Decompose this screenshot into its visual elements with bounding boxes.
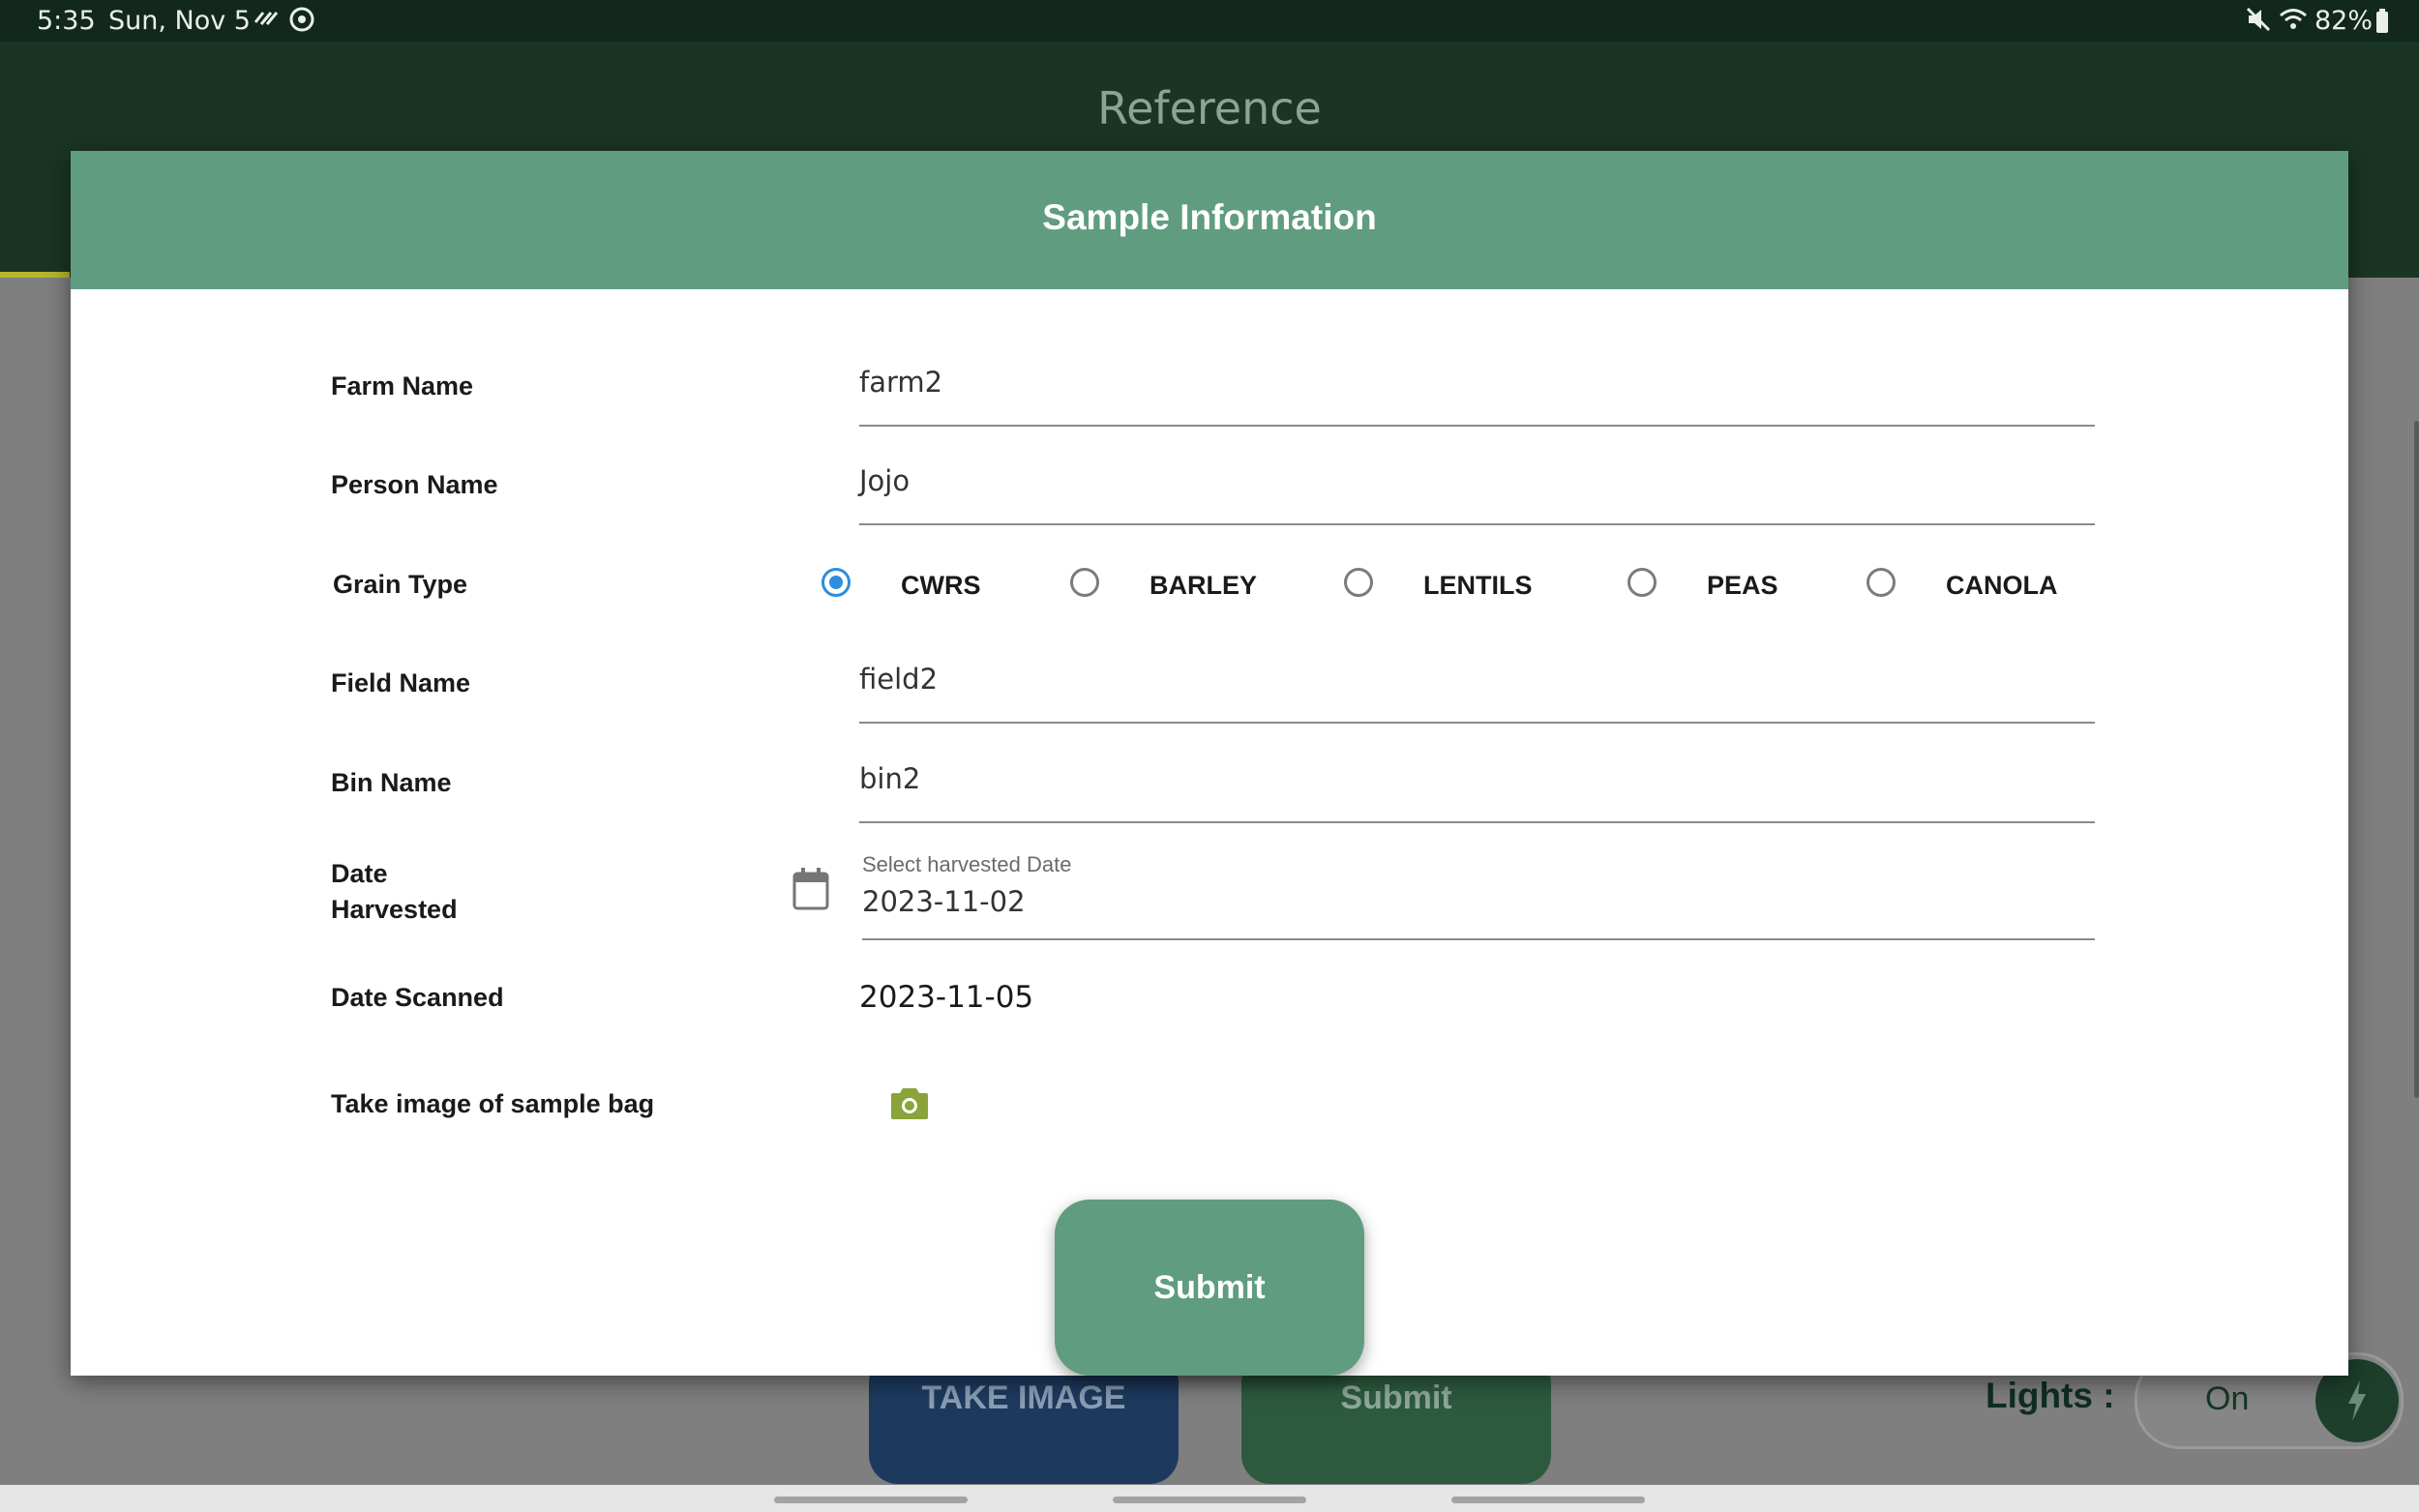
lights-toggle-state: On	[2205, 1380, 2250, 1417]
bin-name-value: bin2	[859, 762, 921, 795]
grain-type-label: Grain Type	[333, 570, 468, 599]
nav-handle-center[interactable]	[1113, 1497, 1306, 1503]
person-name-label: Person Name	[331, 470, 498, 499]
submit-button[interactable]: Submit	[1055, 1200, 1364, 1376]
grain-option-label: BARLEY	[1150, 571, 1258, 600]
app-bar-accent	[0, 272, 70, 278]
date-harvested-label-line2: Harvested	[331, 895, 458, 924]
take-image-label: TAKE IMAGE	[921, 1379, 1126, 1416]
dialog-title: Sample Information	[1042, 197, 1377, 237]
radio-cwrs[interactable]	[821, 568, 851, 597]
person-name-underline	[859, 523, 2095, 525]
grain-option-peas[interactable]: PEAS	[1628, 559, 1821, 606]
camera-icon[interactable]	[890, 1085, 929, 1120]
sample-information-dialog: Sample Information Farm Name farm2 Perso…	[71, 151, 2348, 1376]
scrollbar[interactable]	[2414, 421, 2419, 1098]
page-title: Reference	[1097, 82, 1322, 134]
grain-option-label: LENTILS	[1423, 571, 1533, 600]
grain-option-barley[interactable]: BARLEY	[1070, 559, 1283, 606]
date-scanned-value: 2023-11-05	[859, 980, 1034, 1015]
grain-option-label: CANOLA	[1946, 571, 2058, 600]
farm-name-underline	[859, 425, 2095, 427]
person-name-input[interactable]: Jojo	[859, 453, 2095, 511]
field-name-label: Field Name	[331, 668, 471, 697]
date-scanned-label: Date Scanned	[331, 983, 504, 1012]
field-name-input[interactable]: field2	[859, 651, 2095, 709]
person-name-value: Jojo	[859, 464, 911, 497]
date-harvested-caption: Select harvested Date	[862, 852, 1072, 876]
grain-option-label: PEAS	[1707, 571, 1778, 600]
date-harvested-input[interactable]: Select harvested Date 2023-11-02	[862, 852, 2095, 925]
farm-name-input[interactable]: farm2	[859, 354, 2095, 412]
dialog-header: Sample Information	[71, 151, 2348, 289]
status-time: 5:35	[37, 6, 96, 36]
mute-icon	[2245, 6, 2272, 40]
sync-icon	[288, 6, 315, 40]
background-submit-label: Submit	[1340, 1379, 1452, 1416]
battery-percent: 82%	[2314, 6, 2374, 36]
bin-name-underline	[859, 821, 2095, 823]
date-harvested-label-line1: Date	[331, 859, 388, 888]
wifi-icon	[2279, 6, 2308, 40]
radio-canola[interactable]	[1867, 568, 1896, 597]
date-harvested-underline	[862, 938, 2095, 940]
status-bar: 5:35 Sun, Nov 5 82%	[0, 0, 2419, 42]
navigation-bar	[0, 1485, 2419, 1512]
farm-name-value: farm2	[859, 366, 943, 399]
calendar-icon[interactable]	[791, 867, 830, 911]
grain-option-lentils[interactable]: LENTILS	[1344, 559, 1557, 606]
nav-handle-left[interactable]	[774, 1497, 968, 1503]
radio-peas[interactable]	[1628, 568, 1657, 597]
sample-bag-label: Take image of sample bag	[331, 1089, 655, 1118]
radio-barley[interactable]	[1070, 568, 1099, 597]
farm-name-label: Farm Name	[331, 371, 474, 400]
signal-wave-icon	[254, 6, 281, 35]
grain-option-cwrs[interactable]: CWRS	[821, 559, 1034, 606]
grain-option-label: CWRS	[901, 571, 981, 600]
bin-name-input[interactable]: bin2	[859, 751, 2095, 809]
nav-handle-right[interactable]	[1451, 1497, 1645, 1503]
battery-icon	[2375, 9, 2389, 41]
field-name-value: field2	[859, 663, 939, 696]
bin-name-label: Bin Name	[331, 768, 452, 797]
date-harvested-value: 2023-11-02	[862, 885, 1026, 918]
radio-lentils[interactable]	[1344, 568, 1373, 597]
grain-option-canola[interactable]: CANOLA	[1867, 559, 2079, 606]
lights-label: Lights :	[1986, 1376, 2115, 1415]
status-date: Sun, Nov 5	[108, 6, 251, 36]
field-name-underline	[859, 722, 2095, 724]
